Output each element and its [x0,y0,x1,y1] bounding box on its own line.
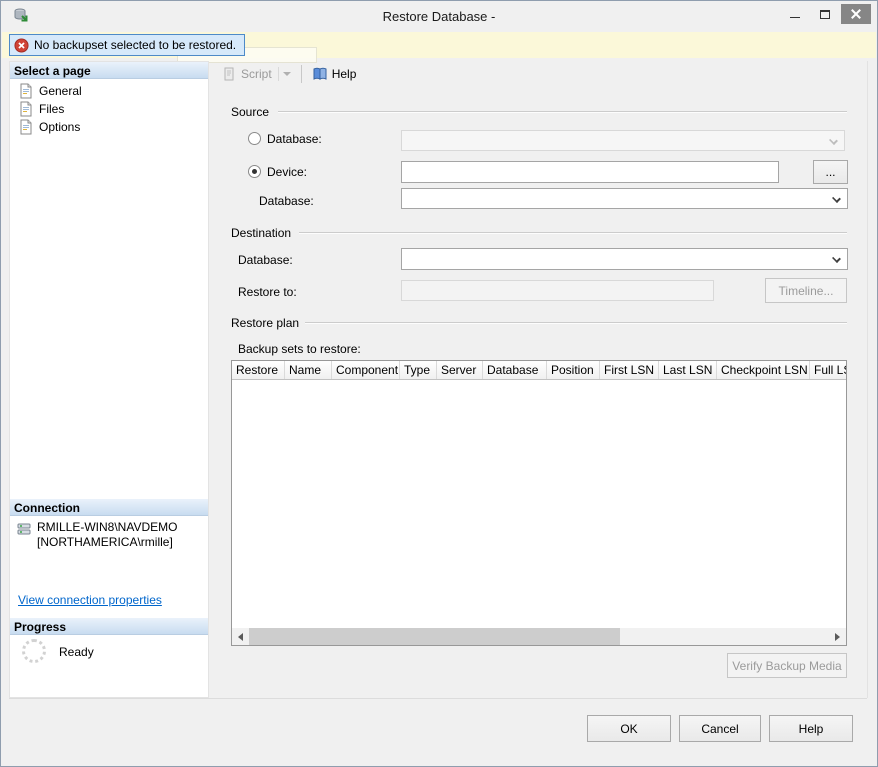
connection-info: RMILLE-WIN8\NAVDEMO [NORTHAMERICA\rmille… [16,520,177,550]
help-button[interactable]: Help [769,715,853,742]
progress-spinner-icon [22,639,46,663]
chevron-down-icon [832,254,841,263]
close-button[interactable] [841,4,871,24]
column-header-name[interactable]: Name [285,361,332,379]
sidebar-item-label: Files [39,102,64,116]
connection-header: Connection [10,499,208,516]
minimize-button[interactable] [781,4,809,24]
backup-sets-label: Backup sets to restore: [238,342,361,356]
database-radio-label: Database: [267,132,322,146]
scroll-left-icon [238,633,243,641]
toolbar-help-button[interactable]: Help [312,66,357,82]
script-label: Script [241,67,272,81]
warning-message: No backupset selected to be restored. [9,34,245,56]
progress-status: Ready [59,645,94,659]
restore-plan-group-line [305,322,847,323]
help-book-icon [312,66,328,82]
select-a-page-header: Select a page [10,62,208,79]
chevron-down-icon [832,194,841,203]
maximize-button[interactable] [811,4,839,24]
source-database-dropdown[interactable] [401,130,845,151]
timeline-button[interactable]: Timeline... [765,278,847,303]
restore-database-dialog: Restore Database - No backupset selected… [0,0,878,767]
table-body-empty [232,380,846,628]
device-input[interactable] [401,161,779,183]
scroll-left-button[interactable] [232,628,249,645]
device-radio[interactable] [248,165,261,178]
database-radio[interactable] [248,132,261,145]
column-header-position[interactable]: Position [547,361,600,379]
source-database-select-label: Database: [259,194,314,208]
column-header-type[interactable]: Type [400,361,437,379]
ok-button[interactable]: OK [587,715,671,742]
sidebar-item-label: Options [39,120,80,134]
column-header-last-lsn[interactable]: Last LSN [659,361,717,379]
scrollbar-thumb[interactable] [249,628,620,645]
sidebar-item-files[interactable]: Files [18,100,198,118]
script-dropdown-icon[interactable] [283,72,291,76]
restore-to-input[interactable] [401,280,714,301]
sidebar-item-general[interactable]: General [18,82,198,100]
page-icon [18,101,34,117]
warning-text: No backupset selected to be restored. [34,38,236,52]
column-header-first-lsn[interactable]: First LSN [600,361,659,379]
source-group-label: Source [231,105,269,119]
progress-header: Progress [10,618,208,635]
minimize-icon [790,17,800,18]
source-group-line [278,111,847,112]
script-divider [278,67,279,81]
sidebar: Select a page General Files Options Conn… [9,61,209,698]
device-radio-label: Device: [267,165,307,179]
warning-bar: No backupset selected to be restored. [2,32,876,58]
sidebar-item-options[interactable]: Options [18,118,198,136]
browse-device-button[interactable]: ... [813,160,848,184]
sidebar-item-label: General [39,84,82,98]
page-icon [18,119,34,135]
error-icon [14,38,29,53]
column-header-full-lsn[interactable]: Full LSN [810,361,846,379]
column-header-component[interactable]: Component [332,361,400,379]
window-title: Restore Database - [1,9,877,24]
server-icon [16,521,32,537]
destination-database-label: Database: [238,253,293,267]
scroll-right-button[interactable] [829,628,846,645]
column-header-database[interactable]: Database [483,361,547,379]
destination-group-line [299,232,847,233]
scroll-right-icon [835,633,840,641]
destination-database-dropdown[interactable] [401,248,848,270]
connection-server: RMILLE-WIN8\NAVDEMO [37,520,177,535]
connection-user: [NORTHAMERICA\rmille] [37,535,177,550]
script-icon [221,66,237,82]
titlebar: Restore Database - [1,1,877,32]
horizontal-scrollbar[interactable] [232,628,846,645]
backup-sets-table: Restore Name Component Type Server Datab… [231,360,847,646]
table-header-row: Restore Name Component Type Server Datab… [232,361,846,380]
verify-backup-media-button[interactable]: Verify Backup Media [727,653,847,678]
restore-to-label: Restore to: [238,285,297,299]
cancel-button[interactable]: Cancel [679,715,761,742]
backup-database-dropdown[interactable] [401,188,848,209]
maximize-icon [820,10,830,19]
window-controls [781,4,871,24]
toolbar: Script Help [213,63,356,85]
restore-plan-group-label: Restore plan [231,316,299,330]
column-header-restore[interactable]: Restore [232,361,285,379]
view-connection-properties-link[interactable]: View connection properties [18,593,162,607]
column-header-checkpoint-lsn[interactable]: Checkpoint LSN [717,361,810,379]
destination-group-label: Destination [231,226,291,240]
chevron-down-icon [829,136,838,145]
script-button[interactable]: Script [221,66,291,82]
page-icon [18,83,34,99]
footer-divider [9,698,867,699]
main-panel-edge [867,61,868,698]
toolbar-separator [301,65,302,83]
column-header-server[interactable]: Server [437,361,483,379]
help-label: Help [332,67,357,81]
